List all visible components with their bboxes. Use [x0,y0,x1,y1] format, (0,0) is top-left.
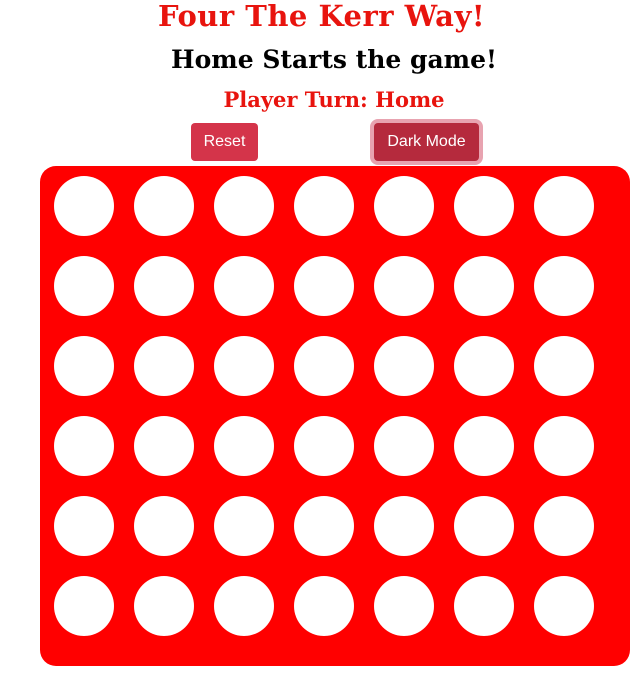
board-slot-r5-c7[interactable] [534,496,594,556]
board-grid [54,176,594,636]
board-slot-r4-c7[interactable] [534,416,594,476]
board-slot-r4-c2[interactable] [134,416,194,476]
board-slot-r3-c6[interactable] [454,336,514,396]
board-slot-r6-c5[interactable] [374,576,434,636]
player-turn-status: Player Turn: Home [223,87,445,112]
game-board [40,166,630,666]
board-slot-r5-c1[interactable] [54,496,114,556]
board-slot-r4-c6[interactable] [454,416,514,476]
board-slot-r1-c5[interactable] [374,176,434,236]
board-slot-r3-c4[interactable] [294,336,354,396]
board-slot-r1-c1[interactable] [54,176,114,236]
board-slot-r2-c2[interactable] [134,256,194,316]
reset-button[interactable]: Reset [191,123,258,161]
board-slot-r1-c2[interactable] [134,176,194,236]
board-slot-r2-c3[interactable] [214,256,274,316]
board-slot-r5-c3[interactable] [214,496,274,556]
board-slot-r6-c3[interactable] [214,576,274,636]
board-slot-r6-c7[interactable] [534,576,594,636]
board-slot-r1-c4[interactable] [294,176,354,236]
board-slot-r5-c4[interactable] [294,496,354,556]
board-slot-r6-c1[interactable] [54,576,114,636]
board-slot-r3-c1[interactable] [54,336,114,396]
dark-mode-button[interactable]: Dark Mode [374,123,479,161]
board-slot-r4-c5[interactable] [374,416,434,476]
board-slot-r1-c3[interactable] [214,176,274,236]
board-slot-r5-c2[interactable] [134,496,194,556]
board-slot-r4-c4[interactable] [294,416,354,476]
board-slot-r2-c4[interactable] [294,256,354,316]
board-slot-r2-c6[interactable] [454,256,514,316]
board-slot-r3-c2[interactable] [134,336,194,396]
board-slot-r3-c7[interactable] [534,336,594,396]
game-title: Four The Kerr Way! [157,0,486,33]
board-slot-r6-c4[interactable] [294,576,354,636]
board-slot-r5-c6[interactable] [454,496,514,556]
game-subtitle: Home Starts the game! [170,45,497,74]
board-slot-r4-c1[interactable] [54,416,114,476]
board-slot-r6-c6[interactable] [454,576,514,636]
board-slot-r3-c5[interactable] [374,336,434,396]
board-slot-r4-c3[interactable] [214,416,274,476]
board-slot-r6-c2[interactable] [134,576,194,636]
board-slot-r2-c1[interactable] [54,256,114,316]
board-slot-r3-c3[interactable] [214,336,274,396]
board-slot-r5-c5[interactable] [374,496,434,556]
board-slot-r1-c7[interactable] [534,176,594,236]
board-slot-r2-c5[interactable] [374,256,434,316]
board-slot-r1-c6[interactable] [454,176,514,236]
board-slot-r2-c7[interactable] [534,256,594,316]
